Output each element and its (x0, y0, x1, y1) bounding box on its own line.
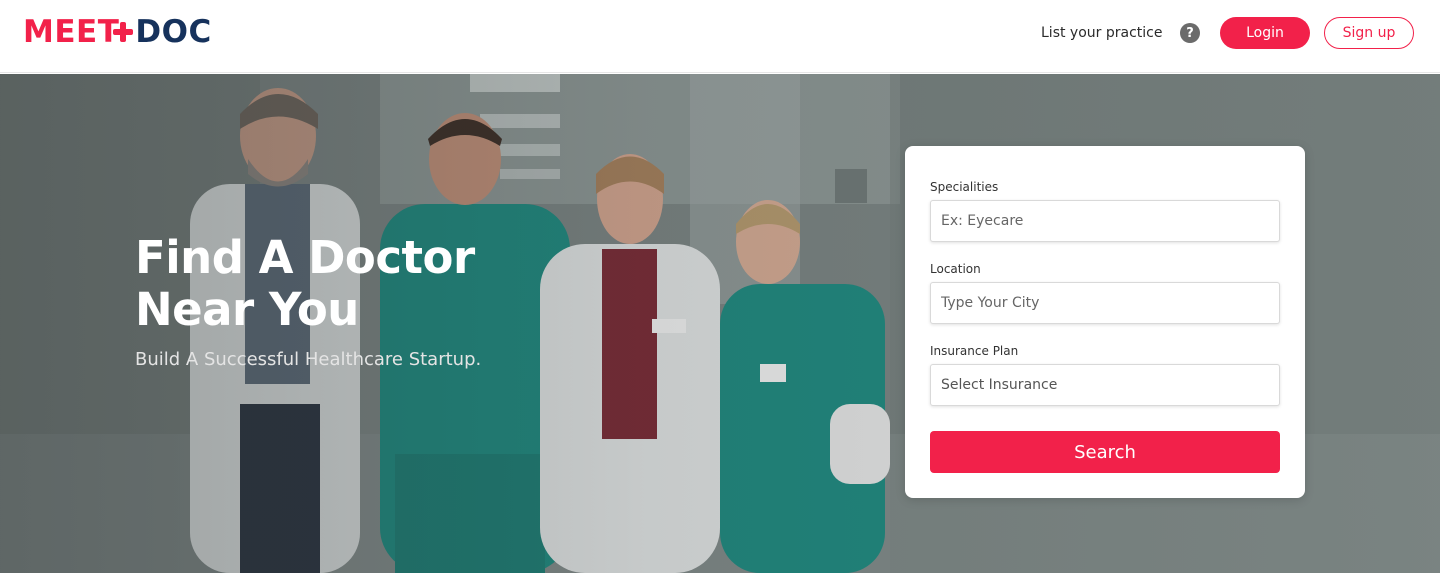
insurance-select[interactable]: Select Insurance (930, 364, 1280, 406)
list-your-practice-link[interactable]: List your practice (1041, 23, 1162, 43)
specialities-label: Specialities (930, 180, 999, 194)
login-button[interactable]: Login (1220, 17, 1310, 49)
hero-subtitle: Build A Successful Healthcare Startup. (135, 349, 482, 370)
site-header: MEET DOC List your practice ? Login Sign… (0, 0, 1440, 73)
hero-title-line2: Near You (135, 283, 359, 336)
location-input[interactable] (930, 282, 1280, 324)
logo-text-meet: MEET (23, 14, 120, 50)
specialities-input[interactable] (930, 200, 1280, 242)
hero-section: Find A Doctor Near You Build A Successfu… (0, 74, 1440, 573)
doctor-search-form: Specialities Location Insurance Plan Sel… (905, 146, 1305, 498)
help-icon[interactable]: ? (1180, 23, 1200, 43)
hero-title: Find A Doctor Near You (135, 232, 595, 336)
signup-button[interactable]: Sign up (1324, 17, 1414, 49)
medical-cross-icon (112, 21, 134, 43)
hero-title-line1: Find A Doctor (135, 231, 475, 284)
insurance-plan-label: Insurance Plan (930, 344, 1019, 358)
logo-text-doc: DOC (135, 14, 212, 50)
search-button[interactable]: Search (930, 431, 1280, 473)
location-label: Location (930, 262, 981, 276)
meetdoc-logo[interactable]: MEET DOC (23, 14, 212, 50)
